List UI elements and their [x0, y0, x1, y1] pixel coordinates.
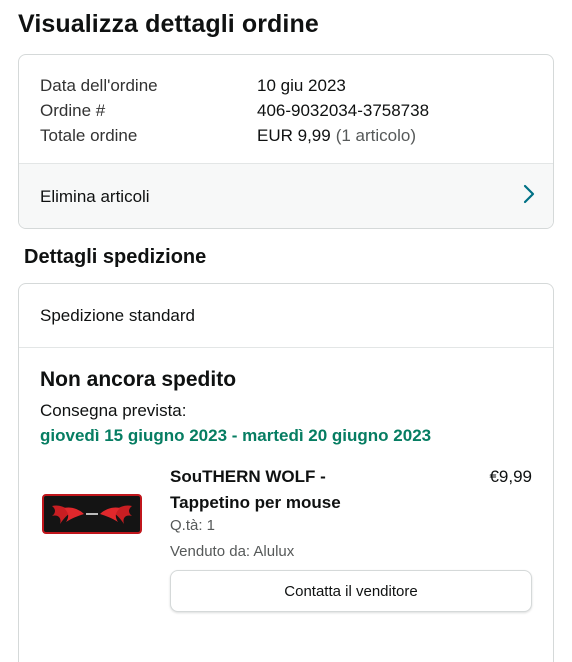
order-summary-rows: Data dell'ordine 10 giu 2023 Ordine # 40… — [19, 55, 553, 148]
contact-seller-button[interactable]: Contatta il venditore — [170, 570, 532, 612]
order-summary-card: Data dell'ordine 10 giu 2023 Ordine # 40… — [18, 54, 554, 229]
shipment-status: Non ancora spedito — [40, 368, 237, 391]
expected-delivery-dates: giovedì 15 giugno 2023 - martedì 20 giug… — [40, 426, 432, 445]
product-quantity: Q.tà: 1 — [170, 517, 216, 534]
page-title: Visualizza dettagli ordine — [18, 10, 319, 38]
order-item-count: (1 articolo) — [335, 125, 417, 145]
order-number-label: Ordine # — [40, 100, 106, 120]
order-total-row: Totale ordine EUR 9,99 (1 articolo) — [40, 123, 532, 148]
shipping-card: Spedizione standard Non ancora spedito C… — [18, 283, 554, 662]
order-total-value: EUR 9,99 — [257, 125, 331, 145]
order-date-row: Data dell'ordine 10 giu 2023 — [40, 73, 532, 98]
product-seller: Venduto da: Alulux — [170, 543, 295, 560]
delete-items-button[interactable]: Elimina articoli — [19, 163, 553, 228]
delete-items-label: Elimina articoli — [40, 186, 150, 206]
product-title-line2: Tappetino per mouse — [170, 493, 341, 512]
shipping-method: Spedizione standard — [19, 284, 553, 348]
order-number-value: 406-9032034-3758738 — [257, 100, 430, 120]
mousepad-product-image[interactable] — [42, 494, 142, 534]
order-date-label: Data dell'ordine — [40, 75, 158, 95]
shipping-method-label: Spedizione standard — [40, 305, 196, 325]
product-title-link[interactable]: SouTHERN WOLF - Tappetino per mouse — [170, 464, 390, 516]
shipping-details-heading: Dettagli spedizione — [24, 246, 207, 268]
product-title-line1: SouTHERN WOLF - — [170, 467, 326, 486]
chevron-right-icon — [523, 184, 535, 209]
order-number-row: Ordine # 406-9032034-3758738 — [40, 98, 532, 123]
expected-delivery-label: Consegna prevista: — [40, 401, 187, 420]
order-total-label: Totale ordine — [40, 125, 138, 145]
product-price: €9,99 — [489, 467, 532, 486]
order-date-value: 10 giu 2023 — [257, 75, 346, 95]
